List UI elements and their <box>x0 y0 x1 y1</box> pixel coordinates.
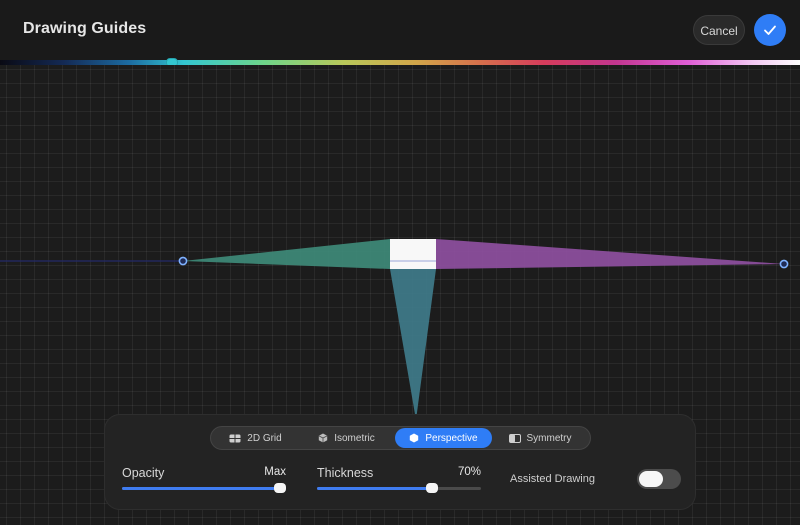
guide-type-label: 2D Grid <box>247 432 282 444</box>
thickness-label: Thickness <box>317 466 374 480</box>
thickness-slider[interactable] <box>317 483 481 493</box>
opacity-slider[interactable] <box>122 483 286 493</box>
drawing-guides-screen: Drawing Guides Cancel 2D Grid Isometric … <box>0 0 800 525</box>
opacity-value: Max <box>264 466 286 478</box>
assisted-drawing-label: Assisted Drawing <box>510 473 595 485</box>
thickness-value: 70% <box>457 466 481 478</box>
perspective-cube-icon <box>409 433 419 443</box>
thickness-slider-fill <box>317 487 432 490</box>
guide-type-isometric[interactable]: Isometric <box>298 428 395 448</box>
guide-type-perspective[interactable]: Perspective <box>395 428 492 448</box>
cube-icon <box>318 433 328 443</box>
symmetry-icon <box>508 433 521 443</box>
opacity-slider-fill <box>122 487 286 490</box>
guide-options-panel: 2D Grid Isometric Perspective Symmetry O… <box>104 414 696 510</box>
guide-type-label: Symmetry <box>526 432 572 444</box>
grid-icon <box>229 434 241 443</box>
thickness-slider-thumb[interactable] <box>426 483 438 493</box>
left-vanishing-wedge <box>183 239 390 269</box>
right-vanishing-wedge <box>436 239 784 269</box>
guide-type-label: Perspective <box>425 432 478 444</box>
opacity-label: Opacity <box>122 466 165 480</box>
assisted-drawing-toggle-knob <box>639 471 663 487</box>
down-vanishing-wedge <box>390 269 436 420</box>
guide-type-symmetry[interactable]: Symmetry <box>492 428 588 448</box>
guide-type-selector: 2D Grid Isometric Perspective Symmetry <box>210 426 591 450</box>
guide-type-2d-grid[interactable]: 2D Grid <box>213 428 298 448</box>
right-vanishing-point-handle[interactable] <box>779 259 789 269</box>
perspective-center-box[interactable] <box>390 239 436 269</box>
opacity-slider-thumb[interactable] <box>274 483 286 493</box>
assisted-drawing-toggle[interactable] <box>637 469 681 489</box>
left-vanishing-point-handle[interactable] <box>178 256 188 266</box>
guide-type-label: Isometric <box>334 432 375 444</box>
